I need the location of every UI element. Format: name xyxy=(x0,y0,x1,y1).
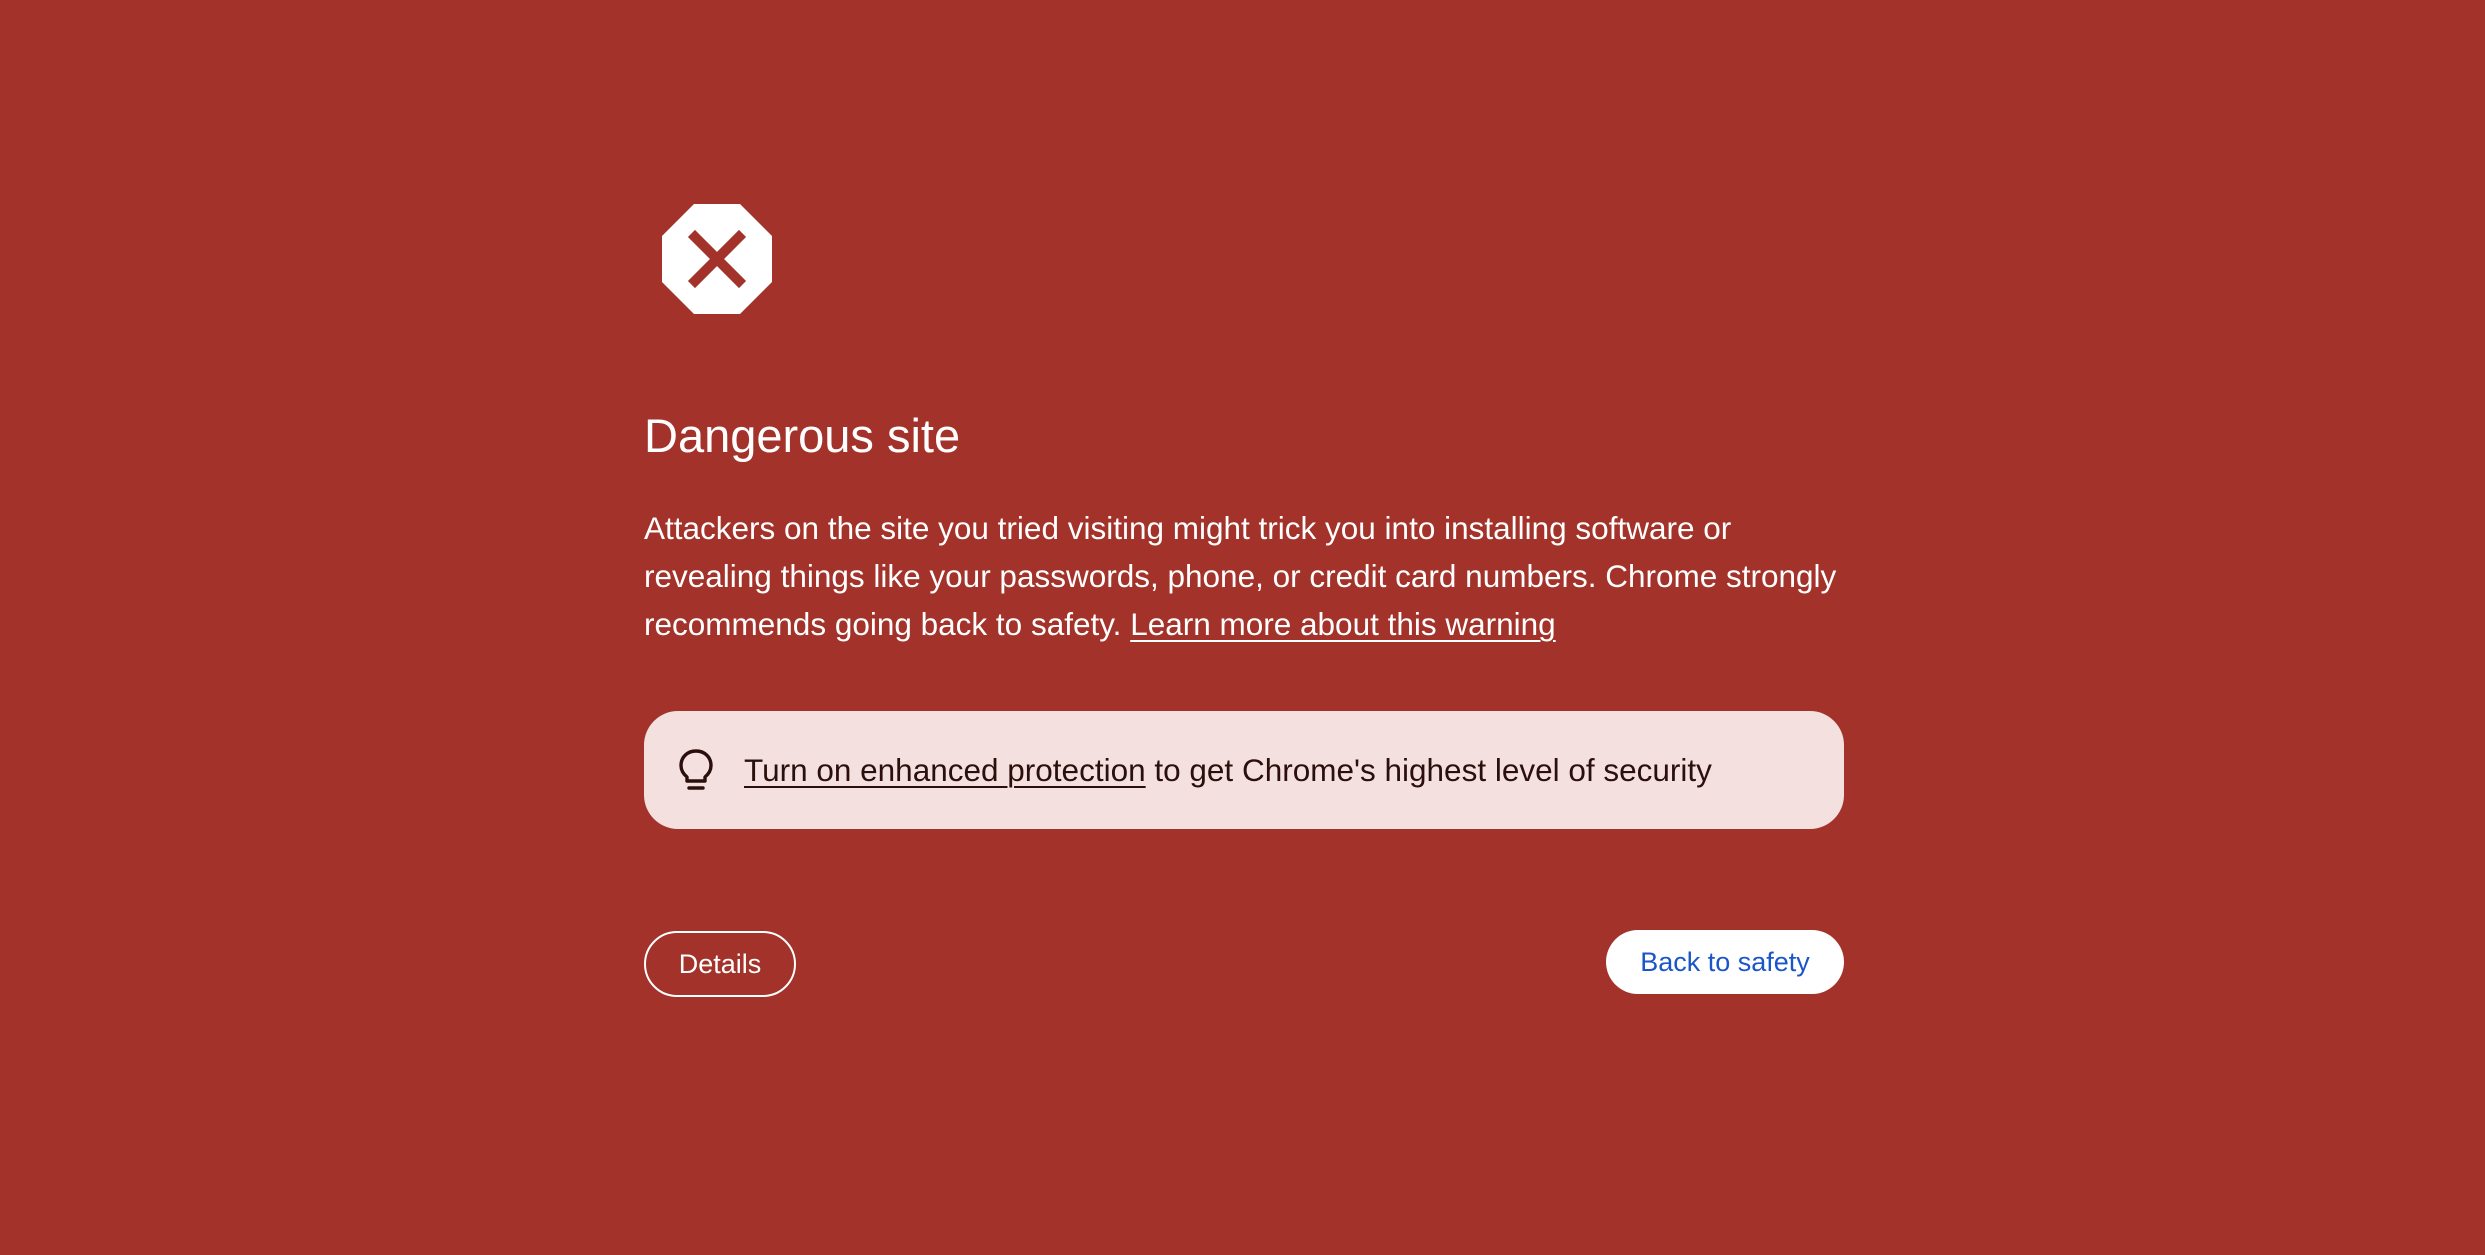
details-button[interactable]: Details xyxy=(644,931,796,997)
interstitial-page: Dangerous site Attackers on the site you… xyxy=(0,0,2485,1255)
back-to-safety-button[interactable]: Back to safety xyxy=(1606,930,1844,994)
warning-description: Attackers on the site you tried visiting… xyxy=(644,504,1844,648)
learn-more-link[interactable]: Learn more about this warning xyxy=(1130,606,1556,642)
enhanced-protection-message: Turn on enhanced protection to get Chrom… xyxy=(744,746,1712,794)
lightbulb-icon xyxy=(674,747,718,793)
turn-on-enhanced-protection-link[interactable]: Turn on enhanced protection xyxy=(744,752,1146,788)
page-title: Dangerous site xyxy=(644,409,961,462)
enhanced-protection-banner: Turn on enhanced protection to get Chrom… xyxy=(644,711,1844,829)
enhanced-protection-text: to get Chrome's highest level of securit… xyxy=(1145,752,1712,788)
danger-octagon-x-icon xyxy=(662,204,772,314)
